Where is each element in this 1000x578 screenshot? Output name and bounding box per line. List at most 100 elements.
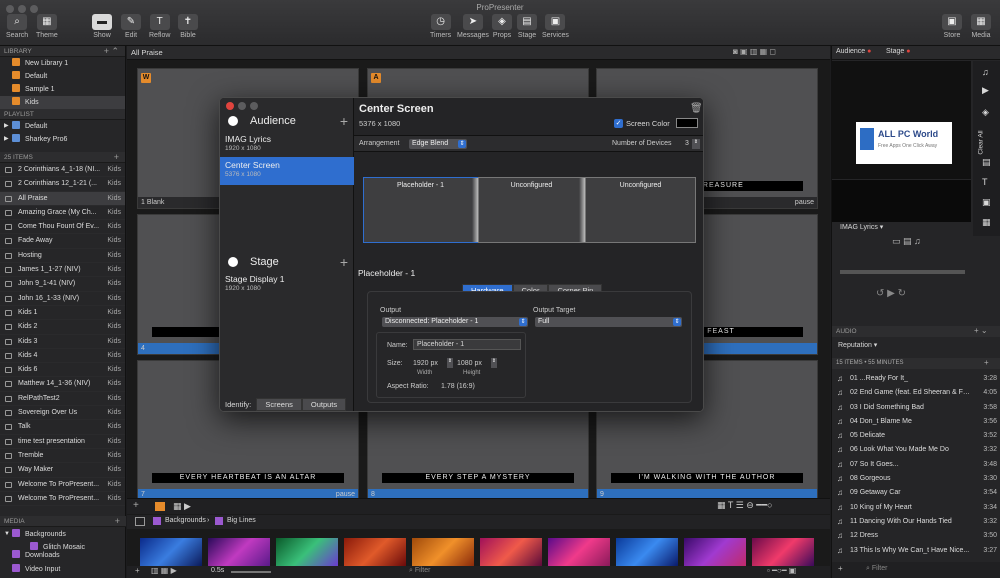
search-button[interactable]: ⌕ Search bbox=[6, 14, 28, 39]
library-item[interactable]: Kids bbox=[0, 96, 125, 109]
media-thumbnail[interactable] bbox=[684, 538, 746, 566]
add-audio-icon[interactable]: + ⌄ bbox=[974, 326, 988, 335]
devices-value[interactable]: 3 bbox=[685, 140, 689, 147]
store-button[interactable]: ▣ Store bbox=[942, 14, 962, 39]
screen-item-imag-lyrics[interactable]: IMAG Lyrics 1920 x 1080 bbox=[220, 131, 354, 159]
name-field[interactable]: Placeholder - 1 bbox=[413, 339, 521, 350]
sidebar-presentation-item[interactable]: Fade Away Kids bbox=[0, 234, 125, 249]
audio-track[interactable]: ♫ 13 This Is Why We Can_t Have Nice... 3:2… bbox=[832, 544, 1000, 558]
library-item[interactable]: New Library 1 bbox=[0, 57, 125, 70]
breadcrumb-big-lines[interactable]: Big Lines bbox=[227, 517, 256, 524]
sidebar-presentation-item[interactable]: 2 Corinthians 4_1-18 (NI... Kids bbox=[0, 163, 125, 178]
media-thumbnail[interactable] bbox=[140, 538, 202, 566]
header-tools-icon[interactable]: ◙ ▣ ▥ ▦ ◻ bbox=[733, 47, 776, 56]
sidebar-presentation-item[interactable]: time test presentation Kids bbox=[0, 435, 125, 449]
show-button[interactable]: ▬ Show bbox=[92, 14, 112, 39]
device-slot[interactable]: Unconfigured bbox=[478, 177, 585, 243]
audience-tab[interactable]: Audience ● bbox=[836, 48, 871, 55]
identify-screens-button[interactable]: Screens bbox=[256, 398, 302, 411]
timers-button[interactable]: ◷ Timers bbox=[430, 14, 451, 39]
grid-view-icon[interactable] bbox=[155, 502, 165, 511]
audio-track[interactable]: ♫ 05 Delicate 3:52 bbox=[832, 429, 1000, 443]
media-thumbnail[interactable] bbox=[208, 538, 270, 566]
sidebar-presentation-item[interactable]: Kids 2 Kids bbox=[0, 320, 125, 335]
add-track-icon[interactable]: + bbox=[984, 358, 989, 367]
media-thumbnail[interactable] bbox=[480, 538, 542, 566]
thumbnail-size-slider[interactable]: ▫ ━○━ ▣ bbox=[767, 566, 796, 575]
sidebar-presentation-item[interactable]: Way Maker Kids bbox=[0, 463, 125, 478]
edit-button[interactable]: ✎ Edit bbox=[121, 14, 141, 39]
audio-filter[interactable]: ⌕ Filter bbox=[866, 565, 887, 573]
sidebar-presentation-item[interactable]: Welcome To ProPresent... Kids bbox=[0, 492, 125, 507]
audio-track[interactable]: ♫ 07 So It Goes... 3:48 bbox=[832, 458, 1000, 472]
audio-track[interactable]: ♫ 12 Dress 3:50 bbox=[832, 529, 1000, 543]
output-target-select[interactable]: Full ⇕ bbox=[535, 317, 682, 327]
media-button[interactable]: ▦ Media bbox=[971, 14, 991, 39]
close-dialog-button[interactable] bbox=[226, 102, 234, 110]
zoom-dialog-button[interactable] bbox=[250, 102, 258, 110]
messages-button[interactable]: ➤ Messages bbox=[457, 14, 489, 39]
sidebar-presentation-item[interactable]: Tremble Kids bbox=[0, 449, 125, 464]
audio-track[interactable]: ♫ 06 Look What You Made Me Do 3:32 bbox=[832, 443, 1000, 457]
transport-controls[interactable]: ↺ ▶ ↻ bbox=[876, 288, 906, 299]
playlist-item[interactable]: ▶ Default bbox=[0, 120, 125, 133]
identify-outputs-button[interactable]: Outputs bbox=[301, 398, 347, 411]
media-thumbnail[interactable] bbox=[548, 538, 610, 566]
library-item[interactable]: Sample 1 bbox=[0, 83, 125, 96]
output-controls-icon[interactable]: ▭ ▤ ♫ bbox=[892, 236, 921, 247]
edit-group-icon[interactable]: ▦ ▶ bbox=[173, 501, 191, 512]
text-icon[interactable]: T bbox=[982, 177, 988, 187]
media-filter[interactable]: ⌕ Filter bbox=[409, 567, 430, 575]
sidebar-presentation-item[interactable]: Kids 6 Kids bbox=[0, 363, 125, 378]
view-options-icon[interactable]: ▦ T ☰ ⊖ ━━○ bbox=[717, 500, 773, 511]
sidebar-presentation-item[interactable]: James 1_1-27 (NIV) Kids bbox=[0, 263, 125, 278]
audio-track[interactable]: ♫ 10 King of My Heart 3:34 bbox=[832, 501, 1000, 515]
props-button[interactable]: ◈ Props bbox=[492, 14, 512, 39]
media-thumbnail[interactable] bbox=[276, 538, 338, 566]
sidebar-presentation-item[interactable]: 2 Corinthians 12_1-21 (... Kids bbox=[0, 177, 125, 192]
transition-speed[interactable]: 0.5s bbox=[211, 567, 224, 574]
add-media-icon[interactable]: + bbox=[135, 566, 140, 575]
audio-track[interactable]: ♫ 08 Gorgeous 3:30 bbox=[832, 472, 1000, 486]
media-thumbnail[interactable] bbox=[412, 538, 474, 566]
playlist-item[interactable]: ▶ Sharkey Pro6 bbox=[0, 133, 125, 146]
add-stage-screen-icon[interactable]: + bbox=[340, 251, 348, 273]
add-slide-icon[interactable]: + bbox=[133, 500, 139, 511]
screen-item-center-screen[interactable]: Center Screen 5376 x 1080 bbox=[220, 157, 354, 185]
sidebar-presentation-item[interactable]: Amazing Grace (My Ch... Kids bbox=[0, 206, 125, 221]
library-item[interactable]: Default bbox=[0, 70, 125, 83]
music-icon[interactable]: ♫ bbox=[982, 67, 989, 77]
height-field[interactable]: 1080 px bbox=[457, 360, 482, 367]
sidebar-presentation-item[interactable]: Kids 4 Kids bbox=[0, 349, 125, 364]
media-folder[interactable]: Video Input bbox=[0, 563, 126, 576]
height-stepper[interactable]: ⇕ bbox=[491, 358, 497, 368]
playlist-selector[interactable]: Reputation ▾ bbox=[838, 341, 877, 349]
layers-icon[interactable]: ◈ bbox=[982, 107, 989, 118]
sidebar-toggle-icon[interactable] bbox=[135, 517, 145, 526]
add-media-icon[interactable]: + bbox=[115, 516, 120, 527]
devices-stepper[interactable]: ⇕ bbox=[692, 139, 700, 149]
delete-screen-icon[interactable]: 🗑 bbox=[690, 103, 703, 114]
audio-track[interactable]: ♫ 09 Getaway Car 3:54 bbox=[832, 486, 1000, 500]
preview-label[interactable]: IMAG Lyrics ▾ bbox=[840, 223, 883, 231]
sidebar-presentation-item[interactable]: Matthew 14_1-36 (NIV) Kids bbox=[0, 377, 125, 392]
width-field[interactable]: 1920 px bbox=[413, 360, 438, 367]
sidebar-presentation-item[interactable]: Come Thou Fount Of Ev... Kids bbox=[0, 220, 125, 235]
sidebar-presentation-item[interactable]: All Praise Kids bbox=[0, 191, 125, 206]
services-button[interactable]: ▣ Services bbox=[542, 14, 569, 39]
sidebar-presentation-item[interactable]: Sovereign Over Us Kids bbox=[0, 406, 125, 421]
reflow-button[interactable]: T Reflow bbox=[149, 14, 170, 39]
sidebar-presentation-item[interactable]: Kids 1 Kids bbox=[0, 306, 125, 321]
add-audience-screen-icon[interactable]: + bbox=[340, 110, 348, 132]
sidebar-presentation-item[interactable]: Welcome To ProPresent... Kids bbox=[0, 478, 125, 492]
play-icon[interactable]: ▶ bbox=[982, 85, 989, 96]
audio-track[interactable]: ♫ 02 End Game (feat. Ed Sheeran & Fu... 4:… bbox=[832, 386, 1000, 400]
audio-track[interactable]: ♫ 01 ...Ready For It_ 3:28 bbox=[832, 372, 1000, 386]
media-thumbnail[interactable] bbox=[752, 538, 814, 566]
width-stepper[interactable]: ⇕ bbox=[447, 358, 453, 368]
media-folder[interactable]: ▼ Backgrounds bbox=[0, 528, 126, 541]
bible-button[interactable]: ✝ Bible bbox=[178, 14, 198, 39]
message-icon[interactable]: ▤ bbox=[982, 157, 991, 168]
audio-scrubber[interactable] bbox=[840, 270, 965, 274]
media-thumbnail[interactable] bbox=[616, 538, 678, 566]
